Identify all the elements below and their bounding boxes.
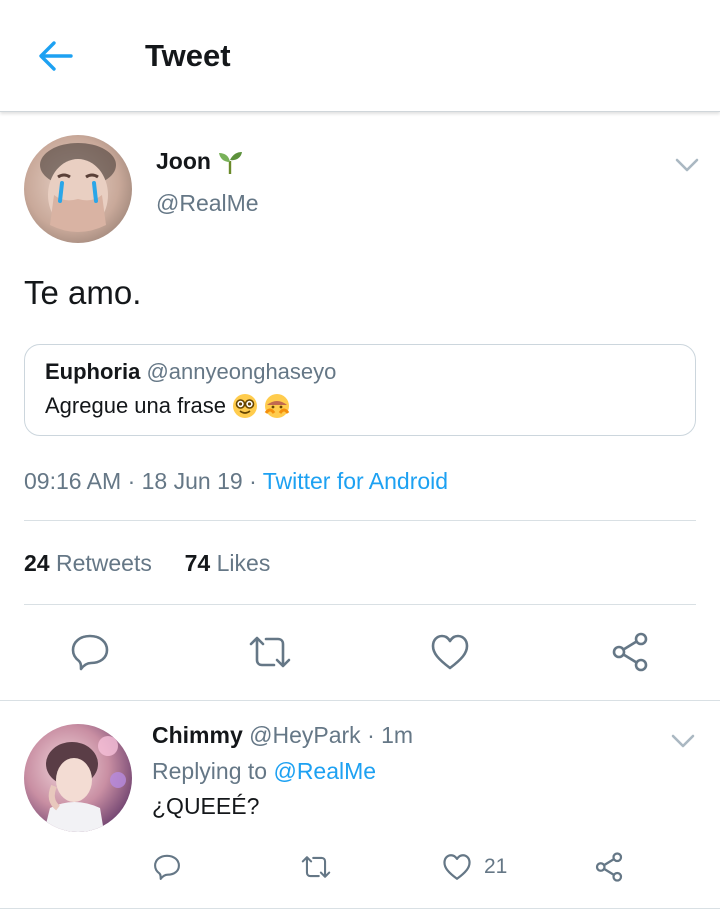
likes-label: Likes: [216, 550, 271, 576]
share-icon: [612, 632, 648, 672]
reply-options-button[interactable]: [668, 726, 698, 756]
reply-author-avatar[interactable]: [24, 724, 132, 832]
tweet-text: Te amo.: [24, 274, 142, 311]
reply-like-count: 21: [484, 855, 508, 878]
author-avatar[interactable]: [24, 135, 132, 243]
divider: [0, 908, 720, 909]
quoted-tweet-text: Agregue una frase: [45, 393, 227, 418]
arrow-left-icon: [39, 41, 73, 71]
tweet-meta: 09:16 AM · 18 Jun 19 · Twitter for Andro…: [24, 468, 448, 495]
quoted-author-handle: @annyeonghaseyo: [146, 359, 337, 384]
nerd-face-icon: [233, 394, 258, 418]
quoted-tweet-card[interactable]: Euphoria @annyeonghaseyo Agregue una fra…: [24, 344, 696, 436]
retweet-icon: [249, 636, 291, 668]
reply-reply-button[interactable]: [150, 850, 184, 884]
seedling-icon: [218, 151, 242, 174]
page-title: Tweet: [145, 38, 231, 73]
tweet-time: 09:16 AM: [24, 468, 122, 494]
author-name[interactable]: Joon: [156, 148, 243, 175]
reply-button[interactable]: [66, 630, 114, 674]
replying-to: Replying to @RealMe: [152, 758, 376, 785]
quoted-tweet-header: Euphoria @annyeonghaseyo: [45, 359, 675, 385]
share-button[interactable]: [606, 630, 654, 674]
replying-to-prefix: Replying to: [152, 758, 268, 784]
divider: [24, 604, 696, 605]
heart-icon: [443, 854, 471, 880]
tweet-stats: 24 Retweets 74 Likes: [24, 550, 270, 577]
reply-header: Chimmy @HeyPark · 1m: [152, 722, 413, 749]
tweet-source-link[interactable]: Twitter for Android: [263, 468, 448, 494]
chevron-down-icon: [675, 158, 699, 172]
author-name-label: Joon: [156, 148, 211, 174]
heart-icon: [431, 634, 469, 670]
retweets-label: Retweets: [55, 550, 152, 576]
reply-share-button[interactable]: [592, 850, 626, 884]
author-handle[interactable]: @RealMe: [156, 190, 259, 217]
comment-icon: [154, 854, 180, 880]
reply-time: 1m: [381, 722, 414, 748]
tweet-options-button[interactable]: [672, 150, 702, 180]
divider: [0, 700, 720, 701]
likes-count: 74: [184, 550, 211, 576]
reply-retweet-button[interactable]: [296, 850, 336, 884]
reply-author-handle[interactable]: @HeyPark: [249, 722, 361, 748]
top-app-bar: Tweet: [0, 0, 720, 112]
replying-to-handle[interactable]: @RealMe: [273, 758, 376, 784]
reply-author-name[interactable]: Chimmy: [152, 722, 243, 748]
comment-icon: [71, 634, 109, 671]
meta-separator: ·: [127, 468, 142, 494]
back-button[interactable]: [34, 34, 78, 78]
like-button[interactable]: [426, 630, 474, 674]
reply-separator: ·: [367, 722, 375, 748]
tweet-date: 18 Jun 19: [141, 468, 243, 494]
avatar-illustration: [40, 143, 116, 232]
quoted-author-name: Euphoria: [45, 359, 141, 384]
reply-avatar-illustration: [44, 736, 126, 832]
reply-text: ¿QUEEÉ?: [152, 793, 260, 819]
quoted-tweet-body: Agregue una frase: [45, 393, 675, 419]
likes-stat[interactable]: 74 Likes: [185, 550, 271, 576]
retweet-button[interactable]: [246, 630, 294, 674]
reply-like-button[interactable]: 21: [442, 850, 532, 884]
retweet-icon: [301, 856, 331, 878]
retweets-count: 24: [24, 550, 50, 576]
retweets-stat[interactable]: 24 Retweets: [24, 550, 152, 576]
divider: [24, 520, 696, 521]
chevron-down-icon: [671, 734, 695, 748]
face-with-hands-icon: [264, 394, 290, 418]
meta-separator: ·: [249, 468, 263, 494]
share-icon: [595, 852, 623, 882]
